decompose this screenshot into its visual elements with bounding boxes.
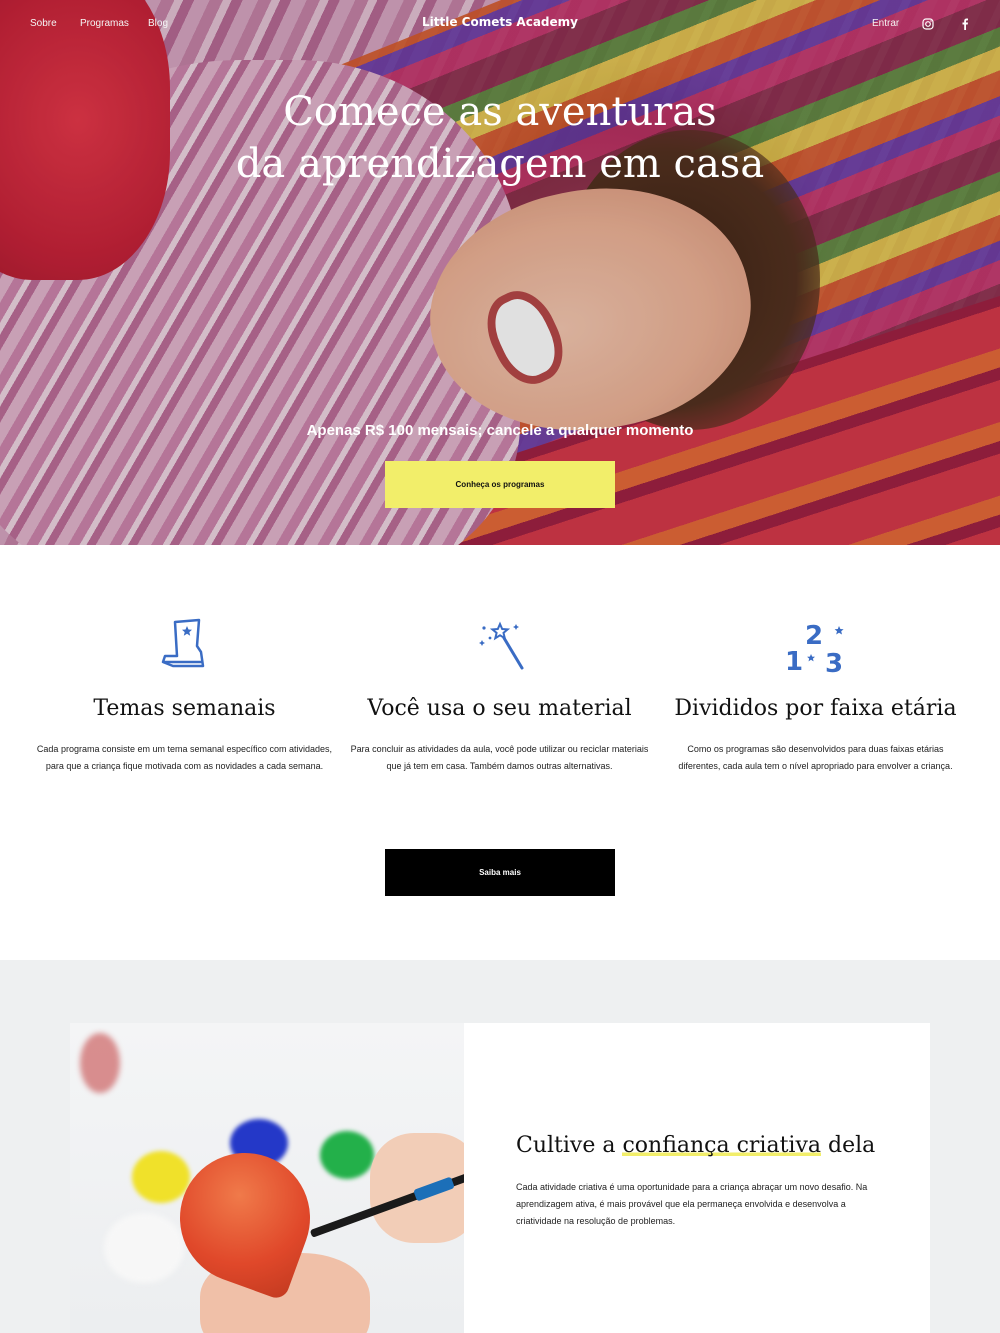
feature-own-material: Você usa o seu material Para concluir as… [333, 616, 666, 775]
feature-age-groups: 1 2 3 Divididos por faixa etária Como os… [649, 616, 982, 775]
nav-link-programas[interactable]: Programas [80, 18, 129, 29]
nav-link-sobre[interactable]: Sobre [30, 18, 57, 29]
top-nav: Sobre Programas Blog Little Comets Acade… [0, 0, 1000, 48]
svg-text:2: 2 [805, 621, 823, 651]
photo-plant [80, 1033, 120, 1093]
hero-title-line-1: Comece as aventuras [283, 89, 717, 135]
feature-text: Cada programa consiste em um tema semana… [36, 744, 333, 771]
creative-card: Cultive a confiança criativa dela Cada a… [464, 1023, 930, 1333]
feature-text: Para concluir as atividades da aula, voc… [350, 744, 649, 771]
hero-section: Sobre Programas Blog Little Comets Acade… [0, 0, 1000, 545]
hero-subtitle: Apenas R$ 100 mensais; cancele a qualque… [306, 422, 694, 439]
brand-logo[interactable]: Little Comets Academy [422, 15, 578, 29]
hero-title-line-2: da aprendizagem em casa [235, 141, 765, 187]
feature-text: Como os programas são desenvolvidos para… [678, 744, 953, 771]
nav-link-blog[interactable]: Blog [148, 18, 168, 29]
boot-icon [161, 618, 204, 668]
creative-title-start: Cultive a [516, 1133, 623, 1158]
feature-weekly-themes: Temas semanais Cada programa consiste em… [18, 616, 351, 775]
login-link[interactable]: Entrar [872, 18, 899, 29]
instagram-icon[interactable] [922, 17, 934, 30]
creative-title-highlight: confiança criativa [622, 1133, 822, 1158]
svg-text:1: 1 [785, 647, 803, 676]
creative-text: Cada atividade criativa é uma oportunida… [516, 1182, 868, 1226]
svg-text:3: 3 [825, 649, 843, 676]
hero-title: Comece as aventuras da aprendizagem em c… [0, 86, 1000, 190]
magic-wand-icon [478, 621, 523, 670]
numbers-icon: 1 2 3 [785, 621, 844, 676]
feature-title: Temas semanais [93, 696, 276, 721]
photo-yellow-paint [132, 1151, 190, 1203]
facebook-icon[interactable] [959, 17, 971, 30]
painting-heart-photo [70, 1023, 464, 1333]
photo-green-paint [320, 1131, 374, 1179]
explore-programs-button[interactable]: Conheça os programas [385, 461, 615, 508]
feature-title: Você usa o seu material [367, 696, 632, 721]
learn-more-button[interactable]: Saiba mais [385, 849, 615, 896]
creative-title: Cultive a confiança criativa dela [516, 1133, 875, 1158]
creative-title-end: dela [821, 1133, 876, 1158]
photo-white-cup [104, 1213, 184, 1283]
feature-title: Divididos por faixa etária [674, 696, 957, 721]
